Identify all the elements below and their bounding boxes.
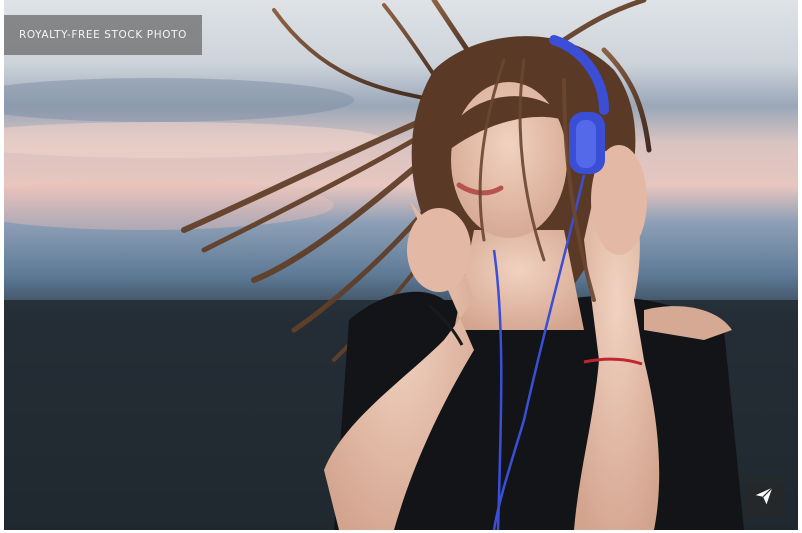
- photo-frame: ROYALTY-FREE STOCK PHOTO: [4, 0, 798, 530]
- paper-plane-icon: [755, 487, 773, 505]
- royalty-free-badge: ROYALTY-FREE STOCK PHOTO: [4, 15, 202, 55]
- stock-photo: [4, 0, 798, 530]
- share-button[interactable]: [744, 476, 784, 516]
